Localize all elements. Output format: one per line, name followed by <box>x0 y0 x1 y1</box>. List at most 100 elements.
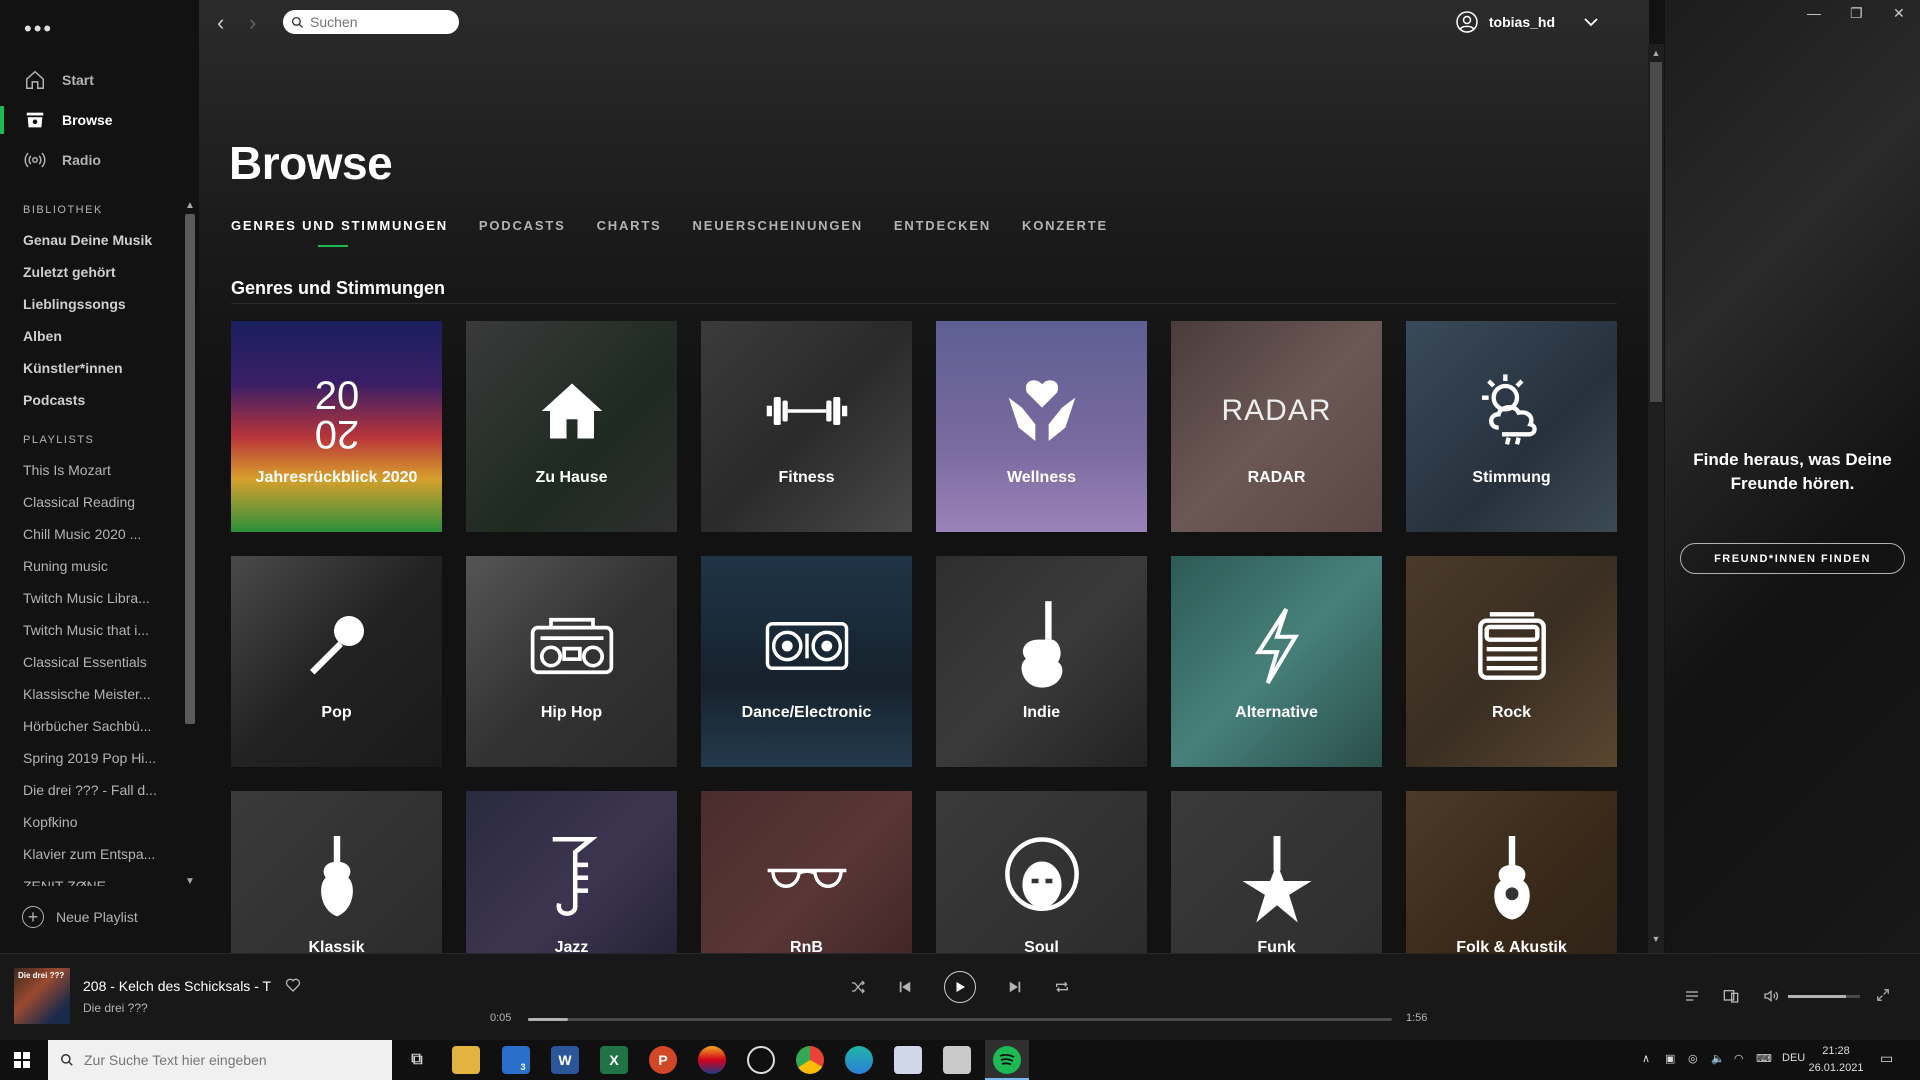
genre-tile-pop[interactable]: Pop <box>231 556 442 767</box>
shuffle-icon[interactable] <box>850 979 866 995</box>
keyboard-icon[interactable]: ⌨ <box>1756 1052 1772 1065</box>
powerpoint-icon[interactable]: P <box>649 1046 677 1074</box>
genre-tile-alternative[interactable]: Alternative <box>1171 556 1382 767</box>
close-icon[interactable]: ✕ <box>1893 5 1905 22</box>
library-item[interactable]: Zuletzt gehört <box>0 256 160 288</box>
word-icon[interactable]: W <box>551 1046 579 1074</box>
playlist-item[interactable]: Hörbücher Sachbü... <box>0 710 160 742</box>
windows-start-icon[interactable] <box>14 1052 30 1068</box>
tab-discover[interactable]: ENTDECKEN <box>894 218 991 243</box>
track-title[interactable]: 208 - Kelch des Schicksals - T <box>83 978 271 994</box>
scroll-down-icon[interactable]: ▼ <box>183 876 197 887</box>
genre-tile-zu-hause[interactable]: Zu Hause <box>466 321 677 532</box>
genre-tile-stimmung[interactable]: Stimmung <box>1406 321 1617 532</box>
main-scrollbar-thumb[interactable] <box>1650 62 1662 402</box>
wifi-icon[interactable]: ◠ <box>1734 1052 1744 1065</box>
user-menu[interactable]: tobias_hd <box>1455 10 1599 34</box>
playlist-item[interactable]: ZENIT ZØNE <box>0 870 160 886</box>
main-scrollbar-track[interactable]: ▲ ▼ <box>1648 44 1664 953</box>
tab-genres[interactable]: GENRES UND STIMMUNGEN <box>231 218 448 247</box>
restore-icon[interactable]: ❐ <box>1850 5 1863 22</box>
volume-slider[interactable] <box>1788 995 1860 998</box>
library-item[interactable]: Lieblingssongs <box>0 288 160 320</box>
playlist-item[interactable]: Classical Essentials <box>0 646 160 678</box>
genre-tile-radar[interactable]: RADAR RADAR <box>1171 321 1382 532</box>
app-icon[interactable] <box>698 1046 726 1074</box>
playlist-item[interactable]: Twitch Music that i... <box>0 614 160 646</box>
genre-tile-jahresr-ckblick-2020[interactable]: 20 20 Jahresrückblick 2020 <box>231 321 442 532</box>
nav-radio[interactable]: Radio <box>0 140 199 180</box>
tab-new-releases[interactable]: NEUERSCHEINUNGEN <box>693 218 863 243</box>
genre-tile-dance-electronic[interactable]: Dance/Electronic <box>701 556 912 767</box>
new-playlist-button[interactable]: + Neue Playlist <box>22 906 138 928</box>
genre-tile-funk[interactable]: Funk <box>1171 791 1382 953</box>
taskbar-search-input[interactable] <box>84 1052 374 1068</box>
forward-arrow-icon[interactable]: › <box>249 10 256 36</box>
playlist-item[interactable]: Kopfkino <box>0 806 160 838</box>
playlist-item[interactable]: Runing music <box>0 550 160 582</box>
genre-tile-hip-hop[interactable]: Hip Hop <box>466 556 677 767</box>
library-item[interactable]: Künstler*innen <box>0 352 160 384</box>
genre-tile-fitness[interactable]: Fitness <box>701 321 912 532</box>
scroll-down-icon[interactable]: ▼ <box>1648 934 1664 944</box>
track-artist[interactable]: Die drei ??? <box>83 1001 148 1015</box>
search-box[interactable] <box>283 10 459 34</box>
minimize-icon[interactable]: — <box>1807 5 1821 21</box>
library-item[interactable]: Podcasts <box>0 384 160 416</box>
obs-icon[interactable] <box>747 1046 775 1074</box>
playlist-item[interactable]: Klassische Meister... <box>0 678 160 710</box>
playlist-item[interactable]: This Is Mozart <box>0 454 160 486</box>
notifications-icon[interactable]: ▭ <box>1880 1050 1893 1067</box>
scroll-up-icon[interactable]: ▲ <box>1648 48 1664 58</box>
taskbar-clock[interactable]: 21:28 26.01.2021 <box>1806 1043 1866 1077</box>
network-icon[interactable]: ◎ <box>1688 1052 1698 1065</box>
genre-tile-wellness[interactable]: Wellness <box>936 321 1147 532</box>
mail-icon[interactable]: 3 <box>502 1046 530 1074</box>
menu-dots-icon[interactable]: ••• <box>24 16 53 42</box>
edge-icon[interactable] <box>845 1046 873 1074</box>
spotify-icon[interactable] <box>993 1046 1021 1074</box>
task-view-icon[interactable]: ⧉ <box>403 1046 431 1074</box>
genre-tile-klassik[interactable]: Klassik <box>231 791 442 953</box>
chevron-down-icon[interactable] <box>1583 16 1599 28</box>
devices-icon[interactable] <box>1723 988 1739 1004</box>
tab-podcasts[interactable]: PODCASTS <box>479 218 566 243</box>
genre-tile-indie[interactable]: Indie <box>936 556 1147 767</box>
back-arrow-icon[interactable]: ‹ <box>217 10 224 36</box>
sidebar-scrollbar[interactable] <box>185 214 195 724</box>
genre-tile-soul[interactable]: Soul <box>936 791 1147 953</box>
library-item[interactable]: Genau Deine Musik <box>0 224 160 256</box>
tab-charts[interactable]: CHARTS <box>597 218 662 243</box>
playlist-item[interactable]: Chill Music 2020 ... <box>0 518 160 550</box>
nav-start[interactable]: Start <box>0 60 199 100</box>
taskbar-search[interactable] <box>48 1040 392 1080</box>
app-icon[interactable] <box>894 1046 922 1074</box>
genre-tile-jazz[interactable]: Jazz <box>466 791 677 953</box>
fullscreen-icon[interactable] <box>1876 988 1890 1002</box>
heart-icon[interactable] <box>285 977 301 993</box>
progress-bar[interactable] <box>528 1018 1392 1021</box>
volume-tray-icon[interactable]: 🔈 <box>1711 1052 1725 1065</box>
excel-icon[interactable]: X <box>600 1046 628 1074</box>
nav-browse[interactable]: Browse <box>0 100 199 140</box>
tray-chevron-icon[interactable]: ∧ <box>1642 1052 1650 1065</box>
genre-tile-rock[interactable]: Rock <box>1406 556 1617 767</box>
find-friends-button[interactable]: FREUND*INNEN FINDEN <box>1680 543 1905 574</box>
notepad-icon[interactable] <box>943 1046 971 1074</box>
search-input[interactable] <box>310 14 450 30</box>
tray-app-icon[interactable]: ▣ <box>1665 1052 1675 1065</box>
playlist-item[interactable]: Die drei ??? - Fall d... <box>0 774 160 806</box>
tab-concerts[interactable]: KONZERTE <box>1022 218 1108 243</box>
library-item[interactable]: Alben <box>0 320 160 352</box>
volume-icon[interactable] <box>1762 988 1780 1004</box>
playlist-item[interactable]: Classical Reading <box>0 486 160 518</box>
queue-icon[interactable] <box>1684 988 1700 1004</box>
genre-tile-rnb[interactable]: RnB <box>701 791 912 953</box>
playlist-item[interactable]: Spring 2019 Pop Hi... <box>0 742 160 774</box>
play-button[interactable] <box>944 971 976 1003</box>
playlist-item[interactable]: Twitch Music Libra... <box>0 582 160 614</box>
repeat-icon[interactable] <box>1054 979 1070 995</box>
next-icon[interactable] <box>1008 980 1022 994</box>
playlist-item[interactable]: Klavier zum Entspa... <box>0 838 160 870</box>
file-explorer-icon[interactable] <box>452 1046 480 1074</box>
